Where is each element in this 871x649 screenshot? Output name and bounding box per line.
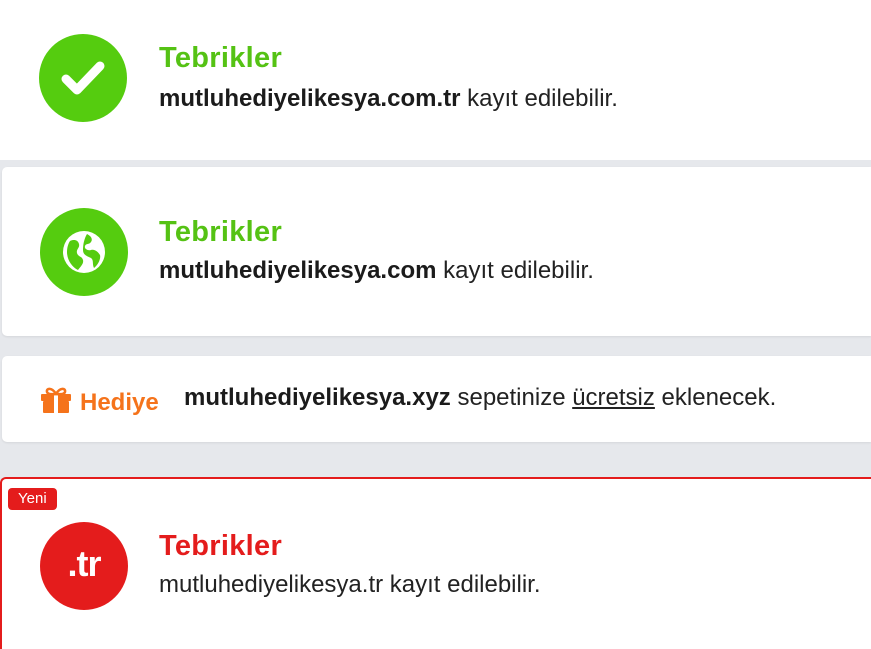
tr-extension-label: .tr [67, 543, 102, 584]
globe-icon [40, 208, 128, 296]
gift-icon [40, 386, 72, 419]
result-suffix: kayıt edilebilir. [460, 85, 618, 112]
result-title: Tebrikler [159, 42, 283, 74]
result-message: mutluhediyelikesya.com kayıt edilebilir. [159, 257, 594, 285]
result-title: Tebrikler [159, 216, 283, 248]
result-card-tr-new: Yeni .tr Tebrikler mutluhediyelikesya.tr… [0, 477, 871, 649]
result-card-com-tr: Tebrikler mutluhediyelikesya.com.tr kayı… [0, 0, 871, 160]
result-suffix: kayıt edilebilir. [436, 257, 594, 284]
gift-text-before: sepetinize [450, 384, 573, 411]
gift-domain: mutluhediyelikesya.xyz [184, 384, 451, 411]
free-word: ücretsiz [572, 384, 655, 411]
gift-text-after: eklenecek. [654, 384, 777, 411]
result-message: mutluhediyelikesya.tr kayıt edilebilir. [159, 571, 541, 598]
result-domain: mutluhediyelikesya.com [159, 257, 437, 284]
check-icon [39, 34, 127, 122]
new-badge: Yeni [8, 488, 57, 510]
result-card-com: Tebrikler mutluhediyelikesya.com kayıt e… [2, 167, 871, 336]
gift-card: Hediye mutluhediyelikesya.xyz sepetinize… [2, 356, 871, 442]
result-title: Tebrikler [159, 530, 283, 562]
gift-label: Hediye [80, 388, 159, 416]
result-message: mutluhediyelikesya.com.tr kayıt edilebil… [159, 85, 618, 113]
tr-extension-icon: .tr [40, 522, 128, 610]
gift-message: mutluhediyelikesya.xyz sepetinize ücrets… [184, 384, 776, 412]
result-domain: mutluhediyelikesya.com.tr [159, 85, 461, 112]
gift-label-group: Hediye [40, 386, 159, 419]
